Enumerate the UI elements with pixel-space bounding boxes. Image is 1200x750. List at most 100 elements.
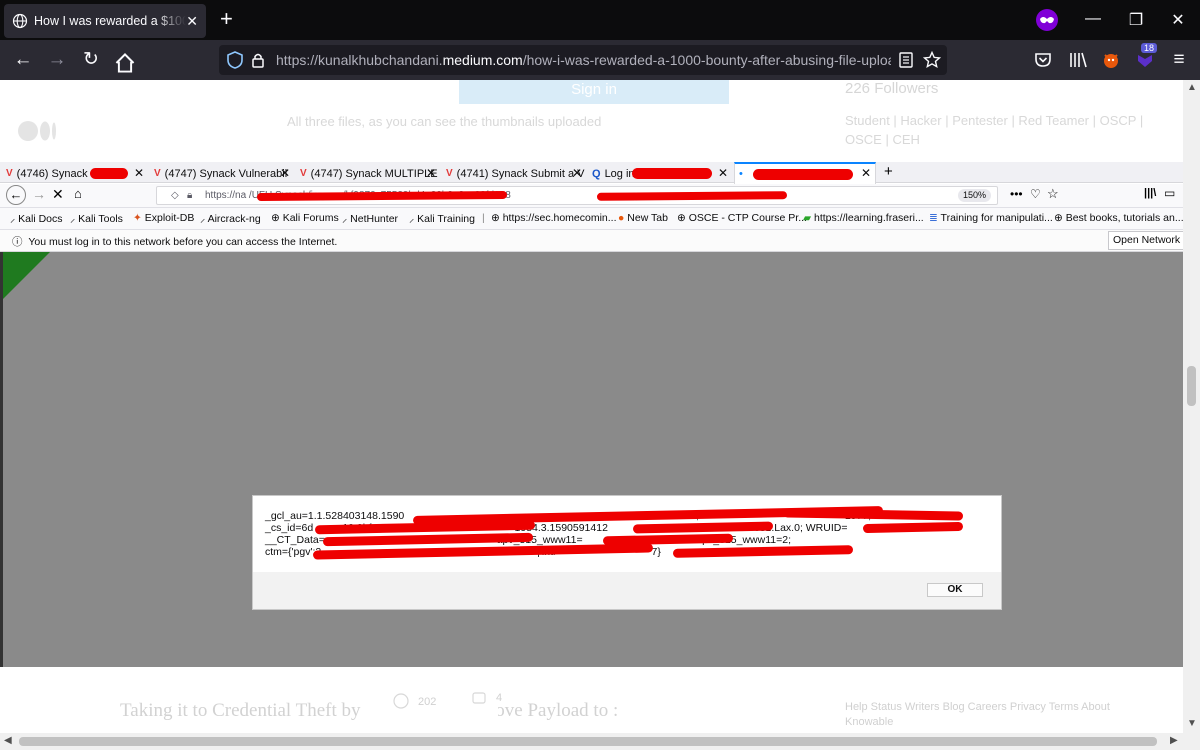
scroll-down-icon[interactable]: ▼ xyxy=(1187,718,1197,729)
shield-icon[interactable] xyxy=(227,51,243,69)
lock-icon[interactable] xyxy=(251,52,265,68)
home-icon[interactable] xyxy=(114,52,136,74)
alert-body: _gcl_au=1.1.528403148.1590 840.159052197… xyxy=(253,496,1001,572)
vertical-scroll-thumb[interactable] xyxy=(1187,366,1196,406)
inner-tab-2: V (4747) Synack Vulnerabil ✕ xyxy=(154,164,290,183)
new-tab-button[interactable]: + xyxy=(220,8,233,30)
close-tab-icon: ✕ xyxy=(571,166,582,180)
close-tab-icon: ✕ xyxy=(279,166,290,180)
inner-tab-5: Q Log in ✕ xyxy=(592,164,728,183)
bookmark-nethunter: ⸝ NetHunter xyxy=(342,213,399,225)
inner-tab-3: V (4747) Synack MULTIPLE ✕ xyxy=(300,164,438,183)
outer-tab-title: How I was rewarded a $1000 bounty after … xyxy=(34,14,186,28)
pocket-icon[interactable] xyxy=(1033,50,1053,70)
bookmark-star-icon: ☆ xyxy=(1047,186,1059,201)
author-followers[interactable]: 226 Followers xyxy=(845,80,938,97)
scroll-up-icon[interactable]: ▲ xyxy=(1187,82,1197,93)
pocket-icon: ♡ xyxy=(1030,187,1041,201)
close-window-button[interactable]: ✕ xyxy=(1168,10,1188,30)
minimize-button[interactable]: — xyxy=(1083,10,1103,28)
synack-logo-icon: V xyxy=(300,168,307,179)
bookmark-learning-fraser: ▰ https://learning.fraseri... xyxy=(803,212,924,224)
footer-links: Help Status Writers Blog Careers Privacy… xyxy=(845,701,1110,728)
image-caption: All three files, as you can see the thum… xyxy=(287,114,602,129)
outer-navigation-toolbar: ← → ↻ https://kunalkhubchandani.medium.c… xyxy=(0,40,1200,80)
clap-count: 202 xyxy=(418,696,437,708)
lock-icon: 🔒︎ xyxy=(187,190,193,201)
horizontal-scrollbar[interactable]: ◀ ▶ xyxy=(0,733,1200,750)
menu-icon[interactable]: ≡ xyxy=(1168,50,1190,72)
synack-logo-icon: V xyxy=(446,168,453,179)
bookmark-kali-training: ⸝ Kali Training xyxy=(409,213,475,225)
fox-extension-icon[interactable] xyxy=(1101,50,1121,70)
library-icon: |||\ xyxy=(1144,187,1157,199)
article-heading: Taking it to Credential Theft by ove Pay… xyxy=(120,700,619,721)
page-overlay: _gcl_au=1.1.528403148.1590 840.159052197… xyxy=(0,252,1200,667)
green-corner-decoration xyxy=(0,252,50,302)
url-bar[interactable]: https://kunalkhubchandani.medium.com/how… xyxy=(219,45,947,75)
inner-tab-1: V (4746) Synack ✕ xyxy=(6,164,144,183)
reload-icon[interactable]: ↻ xyxy=(80,50,102,72)
synack-logo-icon: V xyxy=(154,168,161,179)
search-icon: Q xyxy=(592,167,601,180)
inner-tab-3-label: (4747) Synack MULTIPLE xyxy=(310,167,438,180)
redaction-mark xyxy=(596,191,788,201)
bookmark-exploit-db: ✦ Exploit-DB xyxy=(133,212,195,224)
alert-dialog: _gcl_au=1.1.528403148.1590 840.159052197… xyxy=(252,495,1002,610)
bookmark-aircrack: ⸝ Aircrack-ng xyxy=(200,213,261,225)
bookmark-star-icon[interactable] xyxy=(923,51,941,69)
bookmark-kali-docs: ⸝ Kali Docs xyxy=(10,213,63,225)
author-bio: Student | Hacker | Pentester | Red Teame… xyxy=(845,113,1144,147)
leaf-icon: ▰ xyxy=(803,212,812,224)
close-tab-icon: ✕ xyxy=(860,166,871,180)
private-browsing-icon xyxy=(1036,9,1058,31)
article-screenshot-image: V (4746) Synack ✕ V (4747) Synack Vulner… xyxy=(0,162,1200,667)
sign-in-button[interactable]: Sign in xyxy=(459,80,729,104)
bookmark-kali-tools: ⸝ Kali Tools xyxy=(70,213,123,225)
shield-icon: ◇ xyxy=(171,190,179,201)
back-icon: ← xyxy=(6,185,26,205)
clap-icon[interactable] xyxy=(392,692,410,710)
close-tab-icon: ✕ xyxy=(133,166,144,180)
reader-view-icon[interactable] xyxy=(899,52,913,68)
more-actions-icon: ••• xyxy=(1010,187,1023,201)
redaction-mark xyxy=(862,521,964,534)
comment-icon[interactable] xyxy=(472,692,486,706)
loading-dot-icon: • xyxy=(739,168,743,180)
vertical-scrollbar[interactable]: ▲ ▼ xyxy=(1183,80,1200,733)
outer-tab-active[interactable]: How I was rewarded a $1000 bounty after … xyxy=(4,4,206,38)
bookmark-separator: | xyxy=(482,212,485,224)
url-text: https://kunalkhubchandani.medium.com/how… xyxy=(276,52,891,68)
outer-tab-bar: How I was rewarded a $1000 bounty after … xyxy=(0,0,1200,40)
extension-badge-icon[interactable]: 18 xyxy=(1136,43,1158,69)
bookmark-new-tab: ● New Tab xyxy=(618,212,668,224)
globe-icon xyxy=(12,13,28,29)
list-icon: ≣ xyxy=(929,212,938,224)
exploit-db-icon: ✦ xyxy=(133,212,142,224)
medium-logo-icon[interactable] xyxy=(18,120,58,142)
forward-icon[interactable]: → xyxy=(46,50,68,72)
restore-button[interactable]: ❐ xyxy=(1126,10,1146,30)
inner-tab-5-label: Log in xyxy=(604,167,635,180)
inner-nav-bar: ← → ✕ ⌂ ◇ 🔒︎ https://na /UFU Synack/imag… xyxy=(0,184,1200,208)
bookmark-best-books: ⊕ Best books, tutorials an... xyxy=(1054,212,1184,224)
scroll-left-icon[interactable]: ◀ xyxy=(4,735,12,746)
alert-ok-button: OK xyxy=(927,583,983,597)
notice-message: ⓘ You must log in to this network before… xyxy=(12,236,338,248)
back-icon[interactable]: ← xyxy=(12,50,34,72)
library-icon[interactable] xyxy=(1068,50,1088,70)
horizontal-scroll-thumb[interactable] xyxy=(19,737,1157,746)
inner-tab-4: V (4741) Synack Submit a V ✕ xyxy=(446,164,585,183)
comment-count: 4 xyxy=(496,692,503,704)
close-tab-icon[interactable]: ✕ xyxy=(186,13,198,30)
firefox-icon: ● xyxy=(618,212,625,224)
inner-bookmarks-toolbar: ⸝ Kali Docs ⸝ Kali Tools ✦ Exploit-DB ⸝ … xyxy=(0,208,1200,230)
left-edge xyxy=(0,252,3,667)
captive-portal-notice: ⓘ You must log in to this network before… xyxy=(0,230,1200,252)
bookmark-osce-ctp: ⊕ OSCE - CTP Course Pr... xyxy=(677,212,807,224)
inner-tab-4-label: (4741) Synack Submit a V xyxy=(456,167,585,180)
close-tab-icon: ✕ xyxy=(717,166,728,180)
inner-tab-1-label: (4746) Synack xyxy=(16,167,88,180)
scroll-right-icon[interactable]: ▶ xyxy=(1170,735,1178,746)
bookmark-kali-forums: ⊕ Kali Forums xyxy=(271,212,339,224)
